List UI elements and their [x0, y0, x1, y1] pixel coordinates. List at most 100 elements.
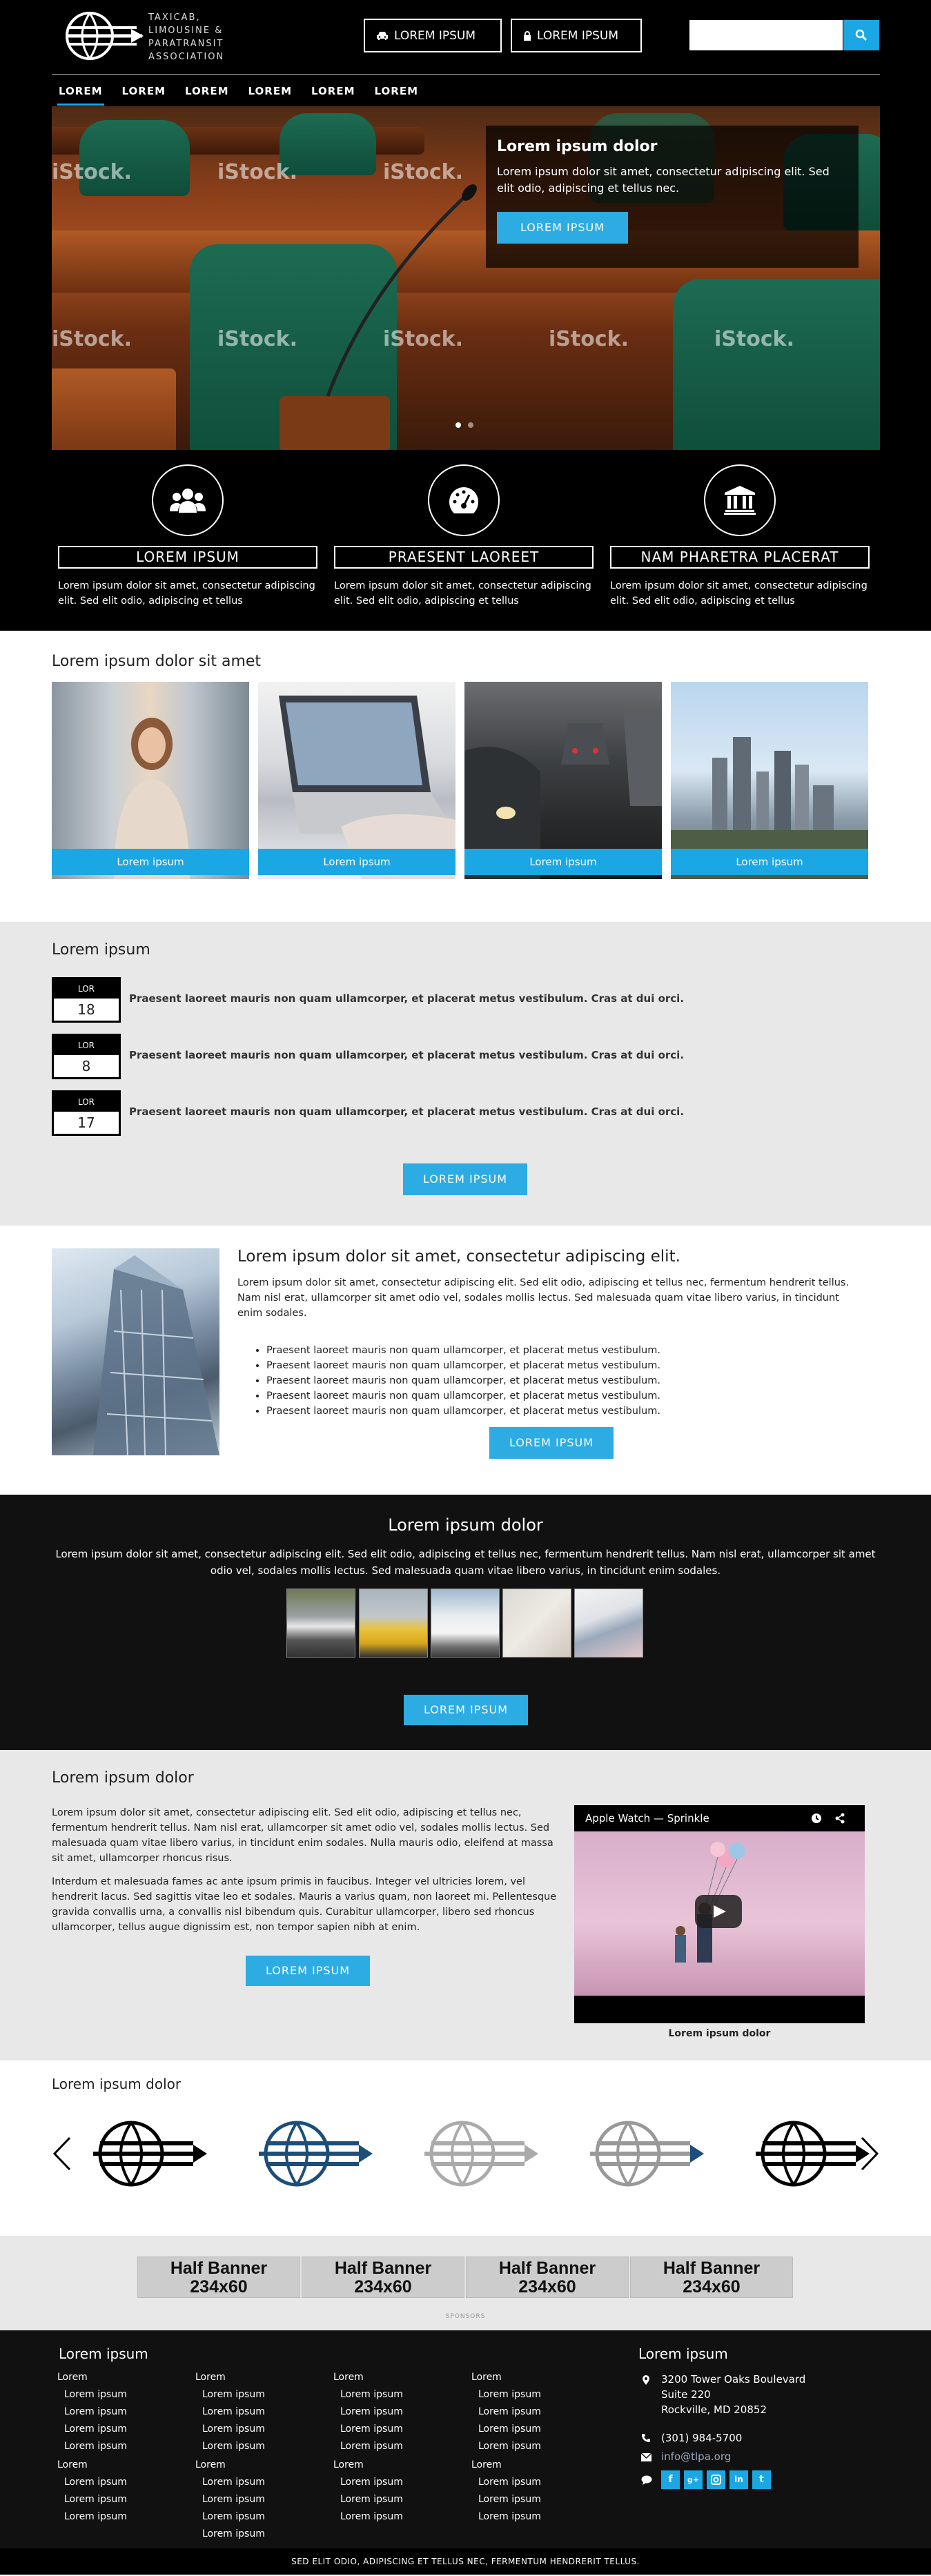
sponsor-banner[interactable]: Half Banner 234x60 — [302, 2257, 464, 2298]
card-label[interactable]: Lorem ipsum — [671, 849, 868, 875]
footer-link[interactable]: Lorem ipsum — [333, 2421, 403, 2438]
footer-link[interactable]: Lorem ipsum — [471, 2474, 541, 2491]
nav-item[interactable]: LOREM — [304, 75, 362, 107]
event-month: LOR — [54, 1036, 119, 1055]
partner-logo-icon[interactable] — [235, 2116, 373, 2192]
nav-item[interactable]: LOREM — [52, 75, 110, 107]
nav-item[interactable]: LOREM — [115, 75, 173, 107]
partner-logo-icon[interactable] — [400, 2116, 538, 2192]
video-section-button[interactable]: LOREM IPSUM — [246, 1956, 370, 1986]
footer-link[interactable]: Lorem ipsum — [195, 2526, 265, 2543]
footer-link[interactable]: Lorem ipsum — [471, 2508, 541, 2526]
footer-link[interactable]: Lorem ipsum — [333, 2438, 403, 2455]
footer-link[interactable]: Lorem ipsum — [195, 2403, 265, 2421]
event-text[interactable]: Praesent laoreet mauris non quam ullamco… — [129, 1105, 684, 1118]
footer-link[interactable]: Lorem ipsum — [333, 2403, 403, 2421]
footer-link[interactable]: Lorem ipsum — [471, 2386, 541, 2403]
footer-link[interactable]: Lorem ipsum — [57, 2438, 127, 2455]
clock-icon[interactable] — [811, 1813, 822, 1824]
site-logo[interactable]: TAXICAB, LIMOUSINE & PARATRANSIT ASSOCIA… — [54, 7, 233, 66]
instagram-icon[interactable] — [707, 2470, 725, 2489]
sponsor-banner[interactable]: Half Banner 234x60 — [630, 2257, 793, 2298]
footer-link[interactable]: Lorem ipsum — [57, 2474, 127, 2491]
event-item[interactable]: LOR 17 Praesent laoreet mauris non quam u… — [52, 1090, 811, 1136]
partner-logo-icon[interactable] — [69, 2116, 207, 2192]
hero-button[interactable]: LOREM IPSUM — [497, 212, 628, 244]
gallery-thumb[interactable] — [431, 1589, 500, 1658]
footer-group-head[interactable]: Lorem — [195, 2369, 265, 2386]
footer-link[interactable]: Lorem ipsum — [195, 2491, 265, 2508]
footer-email[interactable]: info@tlpa.org — [661, 2449, 731, 2464]
google-plus-icon[interactable]: g+ — [684, 2470, 703, 2489]
gallery-thumb[interactable] — [359, 1589, 428, 1658]
footer-link[interactable]: Lorem ipsum — [57, 2386, 127, 2403]
video-player[interactable]: Apple Watch — Sprinkle — [574, 1805, 865, 2023]
card[interactable]: Lorem ipsum — [464, 682, 662, 879]
slider-dot[interactable] — [468, 422, 473, 428]
gallery-thumb[interactable] — [502, 1589, 571, 1658]
footer-link[interactable]: Lorem ipsum — [57, 2421, 127, 2438]
event-text[interactable]: Praesent laoreet mauris non quam ullamco… — [129, 1049, 684, 1061]
footer-link[interactable]: Lorem ipsum — [333, 2491, 403, 2508]
partner-logo-icon[interactable] — [732, 2116, 870, 2192]
about-button[interactable]: LOREM IPSUM — [489, 1427, 614, 1459]
event-item[interactable]: LOR 18 Praesent laoreet mauris non quam u… — [52, 977, 811, 1023]
footer-link[interactable]: Lorem ipsum — [195, 2438, 265, 2455]
nav-item[interactable]: LOREM — [178, 75, 236, 107]
gallery-thumb[interactable] — [574, 1589, 643, 1658]
nav-item[interactable]: LOREM — [368, 75, 426, 107]
share-icon[interactable] — [834, 1813, 845, 1824]
card-label[interactable]: Lorem ipsum — [464, 849, 662, 875]
sponsor-banner[interactable]: Half Banner 234x60 — [466, 2257, 629, 2298]
footer-link[interactable]: Lorem ipsum — [333, 2386, 403, 2403]
event-text[interactable]: Praesent laoreet mauris non quam ullamco… — [129, 992, 684, 1005]
events-button[interactable]: LOREM IPSUM — [403, 1163, 527, 1195]
slider-dot[interactable] — [455, 422, 461, 428]
feature-label[interactable]: NAM PHARETRA PLACERAT — [610, 546, 870, 569]
search-input[interactable] — [689, 20, 843, 50]
footer-link[interactable]: Lorem ipsum — [471, 2491, 541, 2508]
sponsor-banner[interactable]: Half Banner 234x60 — [137, 2257, 300, 2298]
event-item[interactable]: LOR 8 Praesent laoreet mauris non quam ul… — [52, 1034, 811, 1079]
search-button[interactable] — [843, 20, 879, 50]
feature-label[interactable]: LOREM IPSUM — [58, 546, 317, 569]
footer-group-head[interactable]: Lorem — [57, 2369, 127, 2386]
footer-group-head[interactable]: Lorem — [471, 2369, 541, 2386]
header-login-button[interactable]: LOREM IPSUM — [511, 19, 642, 52]
footer-link[interactable]: Lorem ipsum — [195, 2421, 265, 2438]
twitter-icon[interactable]: t — [752, 2470, 771, 2489]
footer-group-head[interactable]: Lorem — [195, 2457, 265, 2474]
facebook-icon[interactable]: f — [661, 2470, 680, 2489]
footer-link[interactable]: Lorem ipsum — [195, 2508, 265, 2526]
feature-label[interactable]: PRAESENT LAOREET — [334, 546, 594, 569]
footer-group-head[interactable]: Lorem — [471, 2457, 541, 2474]
linkedin-icon[interactable]: in — [729, 2470, 748, 2489]
partner-logo-icon[interactable] — [566, 2116, 704, 2192]
footer-link[interactable]: Lorem ipsum — [57, 2508, 127, 2526]
footer-link[interactable]: Lorem ipsum — [471, 2421, 541, 2438]
card-label[interactable]: Lorem ipsum — [258, 849, 455, 875]
footer-group-head[interactable]: Lorem — [333, 2369, 403, 2386]
footer-phone[interactable]: (301) 984-5700 — [661, 2430, 742, 2446]
header-car-button[interactable]: LOREM IPSUM — [364, 19, 502, 52]
logo-line: ASSOCIATION — [148, 52, 225, 62]
building-photo-icon — [93, 1255, 219, 1455]
nav-item[interactable]: LOREM — [242, 75, 300, 107]
footer-group-head[interactable]: Lorem — [333, 2457, 403, 2474]
play-button[interactable] — [695, 1895, 742, 1928]
card-label[interactable]: Lorem ipsum — [52, 849, 249, 875]
footer-link[interactable]: Lorem ipsum — [333, 2474, 403, 2491]
gallery-button[interactable]: LOREM IPSUM — [404, 1695, 528, 1725]
footer-link[interactable]: Lorem ipsum — [333, 2508, 403, 2526]
footer-link[interactable]: Lorem ipsum — [57, 2491, 127, 2508]
footer-group-head[interactable]: Lorem — [57, 2457, 127, 2474]
card[interactable]: Lorem ipsum — [52, 682, 249, 879]
footer-link[interactable]: Lorem ipsum — [471, 2403, 541, 2421]
footer-link[interactable]: Lorem ipsum — [57, 2403, 127, 2421]
footer-link[interactable]: Lorem ipsum — [471, 2438, 541, 2455]
gallery-thumb[interactable] — [286, 1589, 355, 1658]
card[interactable]: Lorem ipsum — [671, 682, 868, 879]
footer-link[interactable]: Lorem ipsum — [195, 2386, 265, 2403]
card[interactable]: Lorem ipsum — [258, 682, 455, 879]
footer-link[interactable]: Lorem ipsum — [195, 2474, 265, 2491]
